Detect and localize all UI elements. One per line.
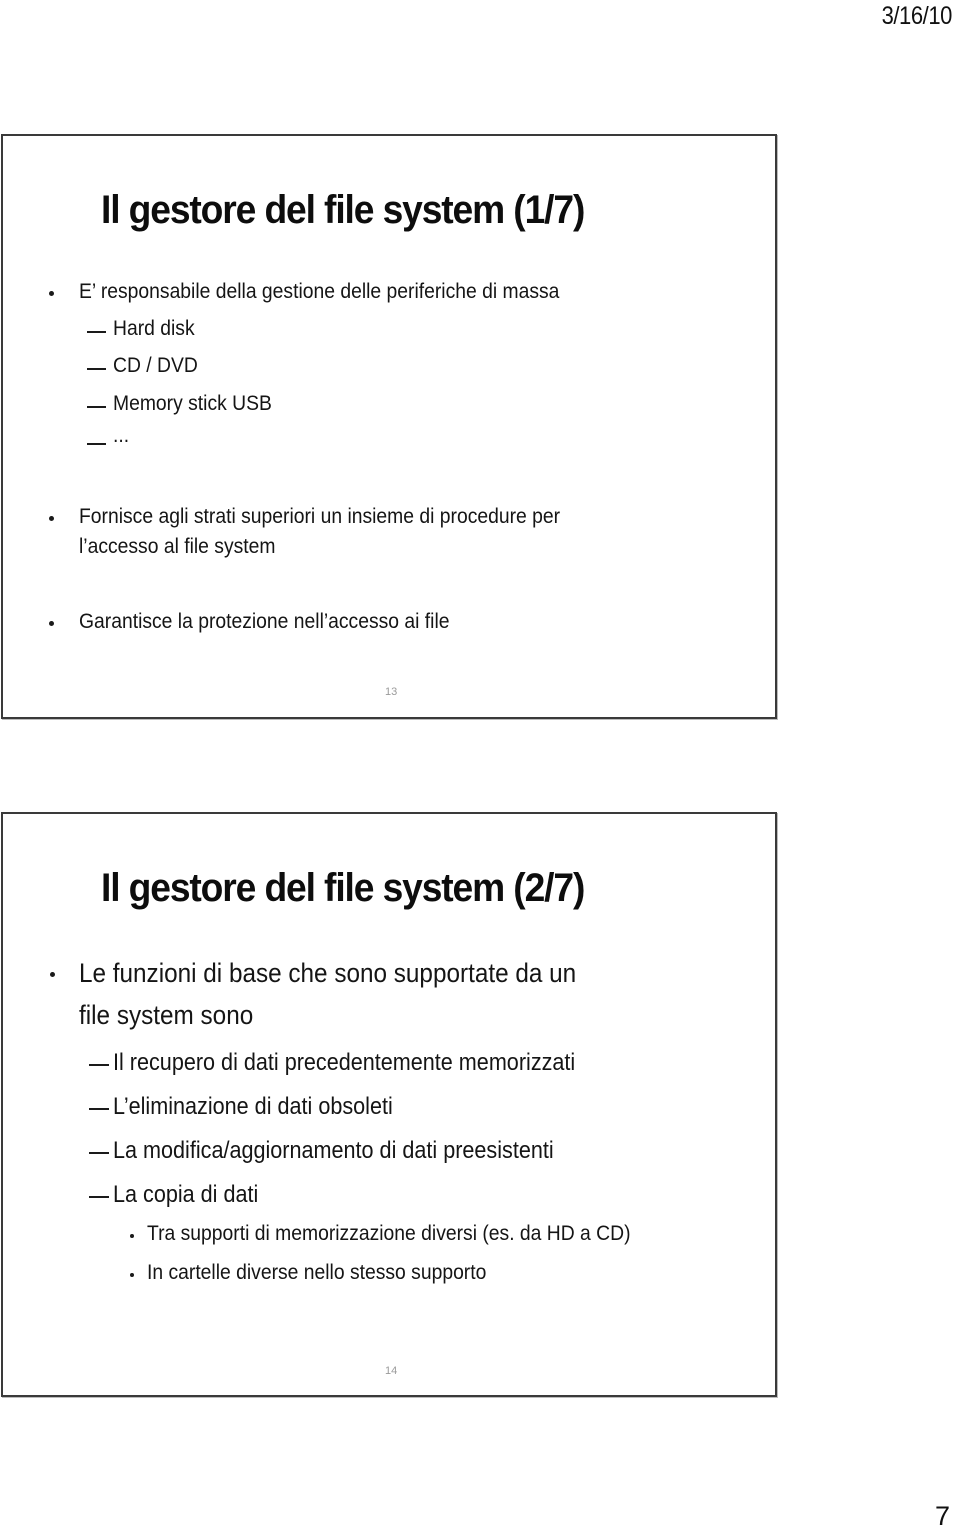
sub-bullet-text: L’eliminazione di dati obsoleti [113,1093,393,1120]
bullet-icon [130,1273,134,1277]
bullet-text-continuation: l’accesso al file system [79,535,276,558]
bullet-text: E’ responsabile della gestione delle per… [79,280,560,303]
slide-number: 14 [385,1365,398,1377]
dash-icon [89,1152,109,1154]
sub-sub-bullet-text: Tra supporti di memorizzazione diversi (… [147,1222,631,1245]
dash-icon [89,1064,109,1066]
sub-bullet-text: Hard disk [113,317,195,340]
page-number: 7 [934,1501,950,1531]
dash-icon [89,1196,109,1198]
bullet-text: Garantisce la protezione nell’accesso ai… [79,610,450,633]
slide-title: Il gestore del file system (1/7) [101,188,585,232]
dash-icon [87,443,106,445]
slide-14: Il gestore del file system (2/7) Le funz… [1,812,777,1397]
sub-bullet-text: La copia di dati [113,1181,259,1208]
page-date: 3/16/10 [881,2,953,30]
sub-bullet-text: La modifica/aggiornamento di dati preesi… [113,1137,554,1164]
sub-bullet-text: Memory stick USB [113,392,272,415]
bullet-icon [50,972,55,977]
bullet-icon [130,1234,134,1238]
sub-bullet-text: CD / DVD [113,354,198,377]
slide-number: 13 [385,686,398,698]
dash-icon [89,1108,109,1110]
bullet-icon [49,621,54,626]
bullet-icon [49,516,54,521]
sub-bullet-text: Il recupero di dati precedentemente memo… [113,1049,576,1076]
bullet-text: Fornisce agli strati superiori un insiem… [79,505,561,528]
bullet-icon [49,291,54,296]
bullet-text: Le funzioni di base che sono supportate … [79,958,577,988]
slide-13: Il gestore del file system (1/7) E’ resp… [1,134,777,719]
slide-title: Il gestore del file system (2/7) [101,866,585,910]
dash-icon [87,406,106,408]
bullet-text-continuation: file system sono [79,1000,254,1030]
sub-bullet-text: ... [113,424,130,447]
dash-icon [87,331,106,333]
sub-sub-bullet-text: In cartelle diverse nello stesso support… [147,1261,487,1284]
dash-icon [87,368,106,370]
